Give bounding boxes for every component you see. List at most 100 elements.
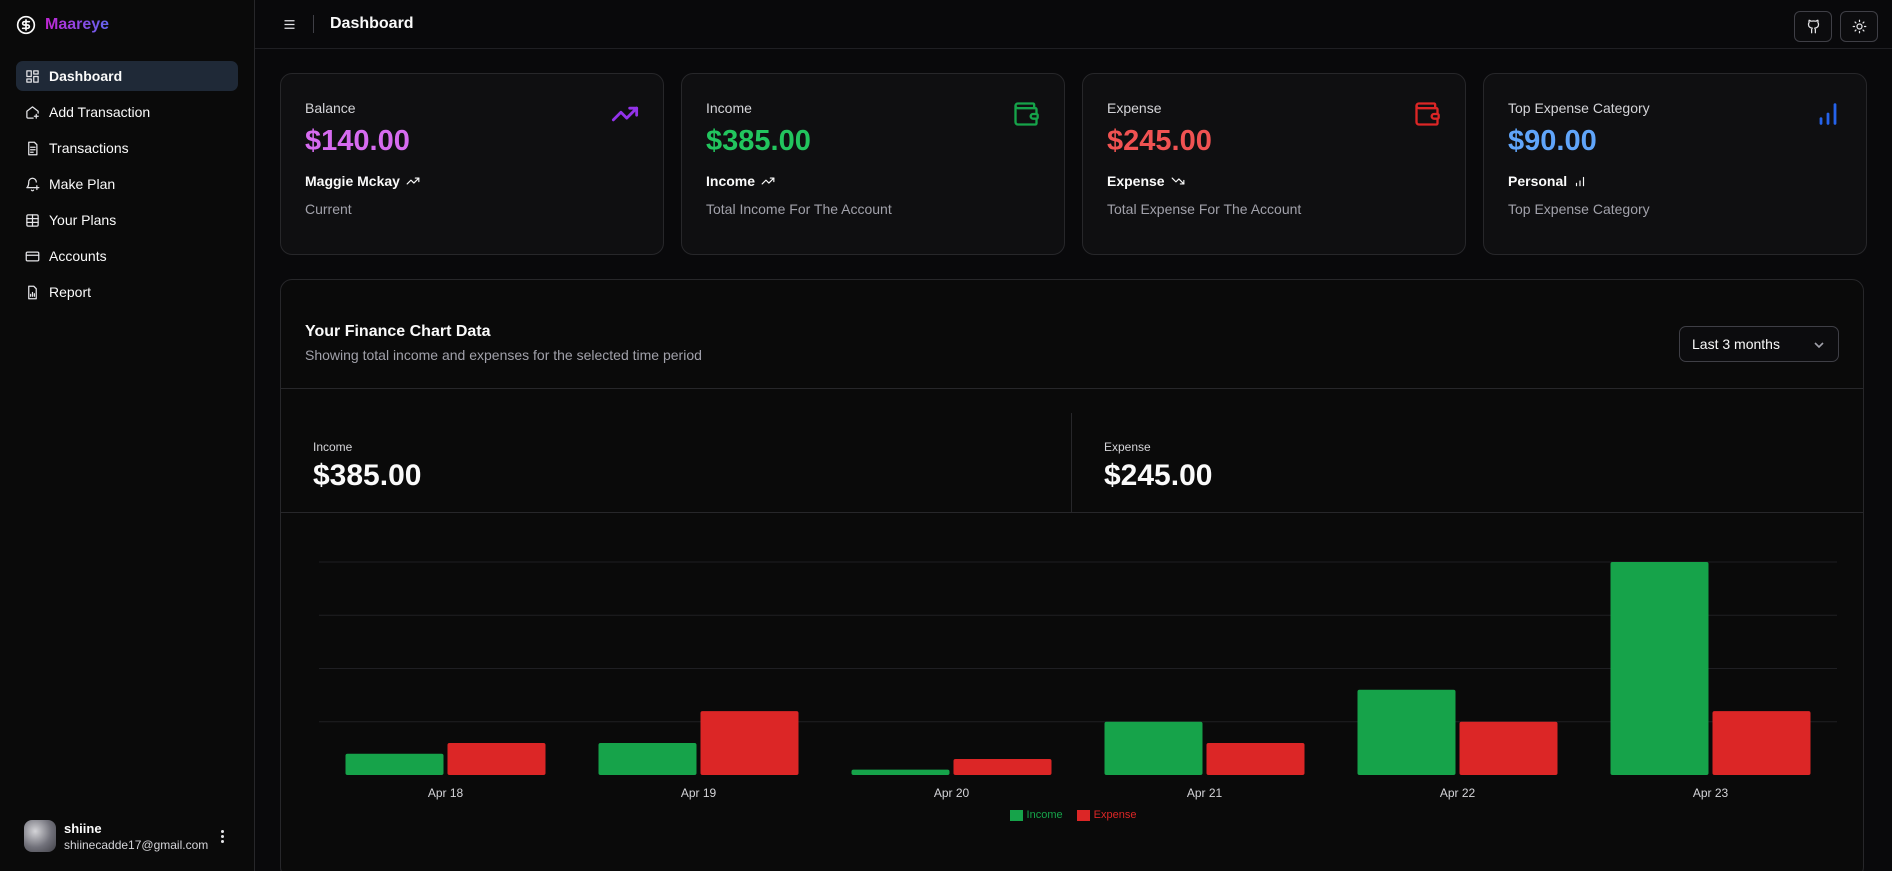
summary-cards: Balance $140.00 Maggie Mckay Current Inc… <box>280 73 1867 255</box>
card-sub-label: Personal <box>1508 173 1568 189</box>
income-stat[interactable]: Income $385.00 <box>281 413 1072 513</box>
card-sub: Maggie Mckay <box>305 173 639 189</box>
github-icon <box>1807 19 1819 34</box>
sidebar-item-accounts[interactable]: Accounts <box>16 241 238 271</box>
trending-down-icon <box>1171 177 1185 185</box>
table-icon <box>26 213 39 227</box>
legend-label-expense: Expense <box>1093 809 1137 821</box>
sidebar-item-label: Add Transaction <box>49 104 151 120</box>
sidebar-item-make-plan[interactable]: Make Plan <box>16 169 238 199</box>
bar-chart-icon <box>1576 176 1585 187</box>
expense-stat-label: Expense <box>1104 440 1151 454</box>
receipt-icon <box>28 141 38 155</box>
card-sub: Personal <box>1508 173 1842 189</box>
card-desc: Current <box>305 201 352 217</box>
sidebar-item-report[interactable]: Report <box>16 277 238 307</box>
report-icon <box>28 285 37 299</box>
menu-toggle-button[interactable] <box>279 14 299 34</box>
card-label: Top Expense Category <box>1508 100 1650 116</box>
card-label: Expense <box>1107 100 1162 116</box>
card-sub-label: Income <box>706 173 756 189</box>
x-tick-label: Apr 22 <box>1440 786 1476 800</box>
avatar <box>24 820 56 852</box>
legend-item-expense[interactable]: Expense <box>1076 809 1137 821</box>
chart-title: Your Finance Chart Data <box>305 323 491 340</box>
bell-plus-icon <box>26 177 40 191</box>
sidebar-item-transactions[interactable]: Transactions <box>16 133 238 163</box>
trending-up-icon <box>406 177 420 185</box>
card-desc: Top Expense Category <box>1508 201 1650 217</box>
legend-swatch-income <box>1009 809 1023 821</box>
top-header: Dashboard <box>255 0 1892 49</box>
card-value: $140.00 <box>305 125 410 157</box>
more-vertical-icon[interactable] <box>214 828 230 844</box>
dashboard-icon <box>26 69 39 83</box>
bar-chart: Apr 18 Apr 19 Apr 20 Apr 21 Apr 22 Apr 23 Inc… <box>281 513 1863 871</box>
x-tick-label: Apr 20 <box>934 786 970 800</box>
sidebar-item-label: Your Plans <box>49 212 117 228</box>
bar-income-apr-22[interactable] <box>1357 689 1456 775</box>
bar-expense-apr-18[interactable] <box>447 743 546 775</box>
sidebar-item-your-plans[interactable]: Your Plans <box>16 205 238 235</box>
github-button[interactable] <box>1794 11 1832 42</box>
sun-icon <box>1852 19 1866 34</box>
x-tick-label: Apr 18 <box>428 786 464 800</box>
header-divider <box>313 15 314 33</box>
trending-up-icon <box>761 177 775 185</box>
bar-chart-svg: Apr 18 Apr 19 Apr 20 Apr 21 Apr 22 Apr 23 <box>319 561 1837 800</box>
chart-stats: Income $385.00 Expense $245.00 <box>281 389 1863 513</box>
main-content: Dashboard Balance $140.00 Maggie Mckay C… <box>255 0 1892 871</box>
house-plus-icon <box>26 105 39 119</box>
x-tick-label: Apr 23 <box>1693 786 1729 800</box>
card-sub-label: Maggie Mckay <box>305 173 400 189</box>
bar-expense-apr-23[interactable] <box>1712 711 1811 775</box>
x-tick-label: Apr 21 <box>1187 786 1223 800</box>
bar-income-apr-18[interactable] <box>345 753 444 775</box>
card-value: $90.00 <box>1508 125 1597 157</box>
top-expense-card: Top Expense Category $90.00 Personal Top… <box>1483 73 1867 255</box>
bar-expense-apr-22[interactable] <box>1459 721 1558 775</box>
user-email: shiinecadde17@gmail.com <box>64 837 209 852</box>
dollar-circle-icon <box>16 15 36 34</box>
bar-income-apr-19[interactable] <box>598 743 697 775</box>
expense-stat[interactable]: Expense $245.00 <box>1072 389 1863 512</box>
sidebar-item-dashboard[interactable]: Dashboard <box>16 61 238 91</box>
sidebar-item-add-transaction[interactable]: Add Transaction <box>16 97 238 127</box>
expense-card: Expense $245.00 Expense Total Expense Fo… <box>1082 73 1466 255</box>
app-root: Maareye Dashboard Add Transaction Transa… <box>0 0 1892 871</box>
card-desc: Total Expense For The Account <box>1107 201 1302 217</box>
sidebar-item-label: Transactions <box>49 140 129 156</box>
bar-chart-icon <box>1814 100 1842 128</box>
hamburger-icon <box>284 19 294 29</box>
time-range-select[interactable]: Last 3 months <box>1679 326 1839 362</box>
bar-expense-apr-21[interactable] <box>1206 743 1305 775</box>
brand[interactable]: Maareye <box>0 0 254 49</box>
card-label: Balance <box>305 100 356 116</box>
card-label: Income <box>706 100 752 116</box>
legend-swatch-expense <box>1076 809 1090 821</box>
user-profile[interactable]: shiine shiinecadde17@gmail.com <box>0 801 254 871</box>
card-sub: Expense <box>1107 173 1441 189</box>
legend-item-income[interactable]: Income <box>1009 809 1063 821</box>
sidebar-item-label: Report <box>49 284 92 300</box>
expense-stat-value: $245.00 <box>1104 459 1213 492</box>
chevron-down-icon <box>1814 342 1824 349</box>
time-range-value: Last 3 months <box>1692 336 1780 352</box>
user-name: shiine <box>64 820 102 836</box>
legend-label-income: Income <box>1026 809 1063 821</box>
bar-income-apr-20[interactable] <box>851 769 950 775</box>
card-sub-label: Expense <box>1107 173 1165 189</box>
page-title: Dashboard <box>330 15 414 32</box>
sidebar: Maareye Dashboard Add Transaction Transa… <box>0 0 255 871</box>
bar-expense-apr-19[interactable] <box>700 711 799 775</box>
theme-toggle-button[interactable] <box>1840 11 1878 42</box>
sidebar-item-label: Make Plan <box>49 176 116 192</box>
sidebar-item-label: Dashboard <box>49 68 123 84</box>
bar-income-apr-23[interactable] <box>1610 562 1709 775</box>
income-stat-label: Income <box>313 440 353 454</box>
bar-expense-apr-20[interactable] <box>953 759 1052 775</box>
x-tick-label: Apr 19 <box>681 786 717 800</box>
bar-income-apr-21[interactable] <box>1104 721 1203 775</box>
user-info: shiine shiinecadde17@gmail.com <box>64 821 208 852</box>
sidebar-item-label: Accounts <box>49 248 107 264</box>
